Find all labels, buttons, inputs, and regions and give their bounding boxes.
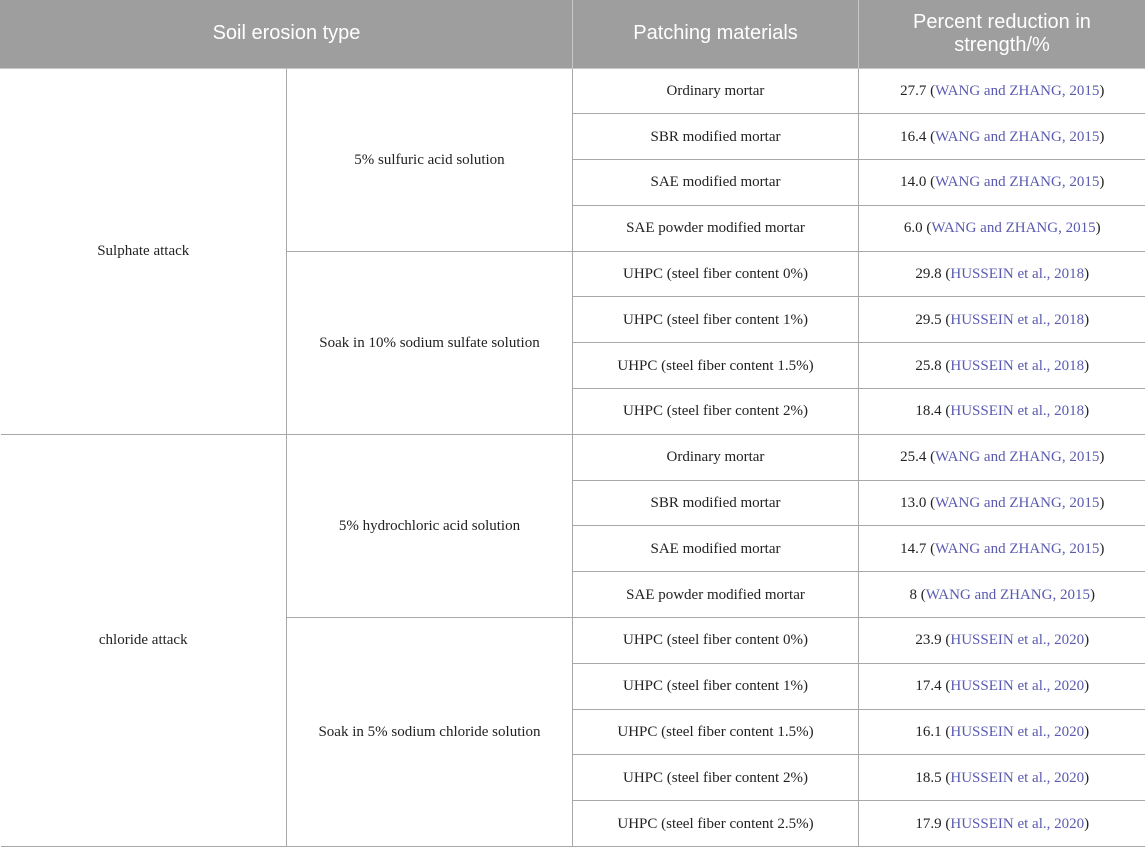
reference-link[interactable]: WANG and ZHANG, 2015 (926, 587, 1090, 603)
reference-link[interactable]: HUSSEIN et al., 2020 (950, 724, 1084, 740)
material-cell: SAE powder modified mortar (573, 572, 859, 618)
solution-cell: 5% hydrochloric acid solution (287, 434, 573, 617)
material-cell: UHPC (steel fiber content 1.5%) (573, 343, 859, 389)
reduction-value: 6.0 (904, 220, 923, 236)
reference-link[interactable]: HUSSEIN et al., 2020 (950, 816, 1084, 832)
table-body: Sulphate attack5% sulfuric acid solution… (1, 68, 1145, 847)
reduction-cell: 17.9 (HUSSEIN et al., 2020) (859, 801, 1145, 847)
header-erosion-type: Soil erosion type (1, 0, 573, 68)
reduction-cell: 14.7 (WANG and ZHANG, 2015) (859, 526, 1145, 572)
table-row: Sulphate attack5% sulfuric acid solution… (1, 68, 1145, 114)
header-patching-materials: Patching materials (573, 0, 859, 68)
reference-link[interactable]: HUSSEIN et al., 2018 (950, 266, 1084, 282)
reduction-value: 29.8 (915, 266, 941, 282)
reduction-cell: 29.5 (HUSSEIN et al., 2018) (859, 297, 1145, 343)
reduction-value: 13.0 (900, 495, 926, 511)
material-cell: Ordinary mortar (573, 434, 859, 480)
reference-link[interactable]: HUSSEIN et al., 2020 (950, 678, 1084, 694)
reduction-value: 17.4 (915, 678, 941, 694)
reduction-cell: 25.4 (WANG and ZHANG, 2015) (859, 434, 1145, 480)
reduction-value: 29.5 (915, 312, 941, 328)
material-cell: SAE powder modified mortar (573, 205, 859, 251)
reduction-value: 23.9 (915, 632, 941, 648)
reduction-value: 25.8 (915, 358, 941, 374)
reference-link[interactable]: HUSSEIN et al., 2018 (950, 403, 1084, 419)
material-cell: UHPC (steel fiber content 2%) (573, 389, 859, 435)
reference-link[interactable]: WANG and ZHANG, 2015 (935, 495, 1099, 511)
reference-link[interactable]: WANG and ZHANG, 2015 (931, 220, 1095, 236)
reduction-cell: 14.0 (WANG and ZHANG, 2015) (859, 160, 1145, 206)
material-cell: Ordinary mortar (573, 68, 859, 114)
reference-link[interactable]: WANG and ZHANG, 2015 (935, 83, 1099, 99)
material-cell: SAE modified mortar (573, 160, 859, 206)
erosion-type-cell: Sulphate attack (1, 68, 287, 434)
reduction-value: 14.7 (900, 541, 926, 557)
material-cell: UHPC (steel fiber content 1%) (573, 297, 859, 343)
erosion-table: Soil erosion type Patching materials Per… (0, 0, 1145, 847)
reduction-cell: 16.1 (HUSSEIN et al., 2020) (859, 709, 1145, 755)
reduction-cell: 17.4 (HUSSEIN et al., 2020) (859, 663, 1145, 709)
header-percent-reduction: Percent reduction in strength/% (859, 0, 1145, 68)
reduction-cell: 29.8 (HUSSEIN et al., 2018) (859, 251, 1145, 297)
reduction-cell: 18.4 (HUSSEIN et al., 2018) (859, 389, 1145, 435)
reference-link[interactable]: WANG and ZHANG, 2015 (935, 541, 1099, 557)
reference-link[interactable]: WANG and ZHANG, 2015 (935, 174, 1099, 190)
material-cell: SBR modified mortar (573, 480, 859, 526)
reference-link[interactable]: HUSSEIN et al., 2018 (950, 312, 1084, 328)
solution-cell: Soak in 5% sodium chloride solution (287, 618, 573, 847)
solution-cell: 5% sulfuric acid solution (287, 68, 573, 251)
reference-link[interactable]: WANG and ZHANG, 2015 (935, 129, 1099, 145)
reduction-value: 16.1 (915, 724, 941, 740)
solution-cell: Soak in 10% sodium sulfate solution (287, 251, 573, 434)
reduction-value: 18.4 (915, 403, 941, 419)
reduction-cell: 13.0 (WANG and ZHANG, 2015) (859, 480, 1145, 526)
material-cell: UHPC (steel fiber content 1%) (573, 663, 859, 709)
material-cell: UHPC (steel fiber content 2%) (573, 755, 859, 801)
material-cell: SAE modified mortar (573, 526, 859, 572)
reduction-value: 16.4 (900, 129, 926, 145)
reduction-value: 25.4 (900, 449, 926, 465)
reduction-cell: 23.9 (HUSSEIN et al., 2020) (859, 618, 1145, 664)
reduction-cell: 18.5 (HUSSEIN et al., 2020) (859, 755, 1145, 801)
reference-link[interactable]: HUSSEIN et al., 2020 (950, 632, 1084, 648)
reference-link[interactable]: HUSSEIN et al., 2018 (950, 358, 1084, 374)
reduction-value: 17.9 (915, 816, 941, 832)
reduction-value: 8 (910, 587, 918, 603)
erosion-type-cell: chloride attack (1, 434, 287, 846)
material-cell: SBR modified mortar (573, 114, 859, 160)
reduction-cell: 16.4 (WANG and ZHANG, 2015) (859, 114, 1145, 160)
material-cell: UHPC (steel fiber content 1.5%) (573, 709, 859, 755)
header-row: Soil erosion type Patching materials Per… (1, 0, 1145, 68)
material-cell: UHPC (steel fiber content 2.5%) (573, 801, 859, 847)
material-cell: UHPC (steel fiber content 0%) (573, 618, 859, 664)
reduction-cell: 6.0 (WANG and ZHANG, 2015) (859, 205, 1145, 251)
reduction-cell: 27.7 (WANG and ZHANG, 2015) (859, 68, 1145, 114)
reduction-value: 27.7 (900, 83, 926, 99)
reduction-cell: 8 (WANG and ZHANG, 2015) (859, 572, 1145, 618)
reduction-value: 18.5 (915, 770, 941, 786)
reduction-value: 14.0 (900, 174, 926, 190)
reduction-cell: 25.8 (HUSSEIN et al., 2018) (859, 343, 1145, 389)
material-cell: UHPC (steel fiber content 0%) (573, 251, 859, 297)
table-row: chloride attack5% hydrochloric acid solu… (1, 434, 1145, 480)
reference-link[interactable]: HUSSEIN et al., 2020 (950, 770, 1084, 786)
reference-link[interactable]: WANG and ZHANG, 2015 (935, 449, 1099, 465)
